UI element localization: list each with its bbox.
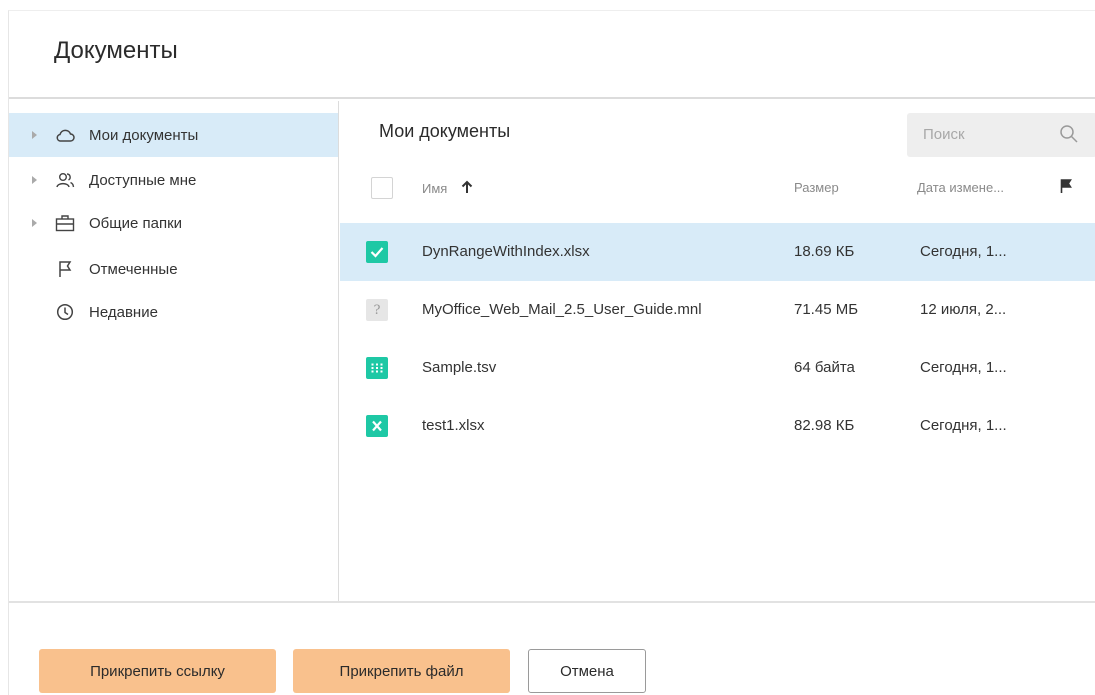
file-list-panel: Мои документы Поиск Имя Размер Дата изме… xyxy=(340,101,1095,601)
attach-file-button[interactable]: Прикрепить файл xyxy=(293,649,510,693)
users-icon xyxy=(54,170,76,190)
table-row[interactable]: ? MyOffice_Web_Mail_2.5_User_Guide.mnl 7… xyxy=(340,281,1095,339)
sidebar: Мои документы Доступные мне Общие папки … xyxy=(9,101,339,601)
dialog-footer: Прикрепить ссылку Прикрепить файл Отмена xyxy=(9,601,1095,695)
column-header-name[interactable]: Имя xyxy=(422,180,473,197)
sidebar-item-shared-with-me[interactable]: Доступные мне xyxy=(9,158,338,202)
checkbox-checked-icon[interactable] xyxy=(366,241,388,263)
table-row[interactable]: DynRangeWithIndex.xlsx 18.69 КБ Сегодня,… xyxy=(340,223,1095,281)
sidebar-item-label: Мои документы xyxy=(89,126,199,144)
search-icon[interactable] xyxy=(1059,124,1079,149)
flag-icon xyxy=(54,259,76,279)
sidebar-item-flagged[interactable]: Отмеченные xyxy=(9,247,338,291)
sidebar-item-label: Отмеченные xyxy=(89,260,178,278)
file-name: Sample.tsv xyxy=(422,359,497,376)
file-size: 71.45 МБ xyxy=(794,301,859,318)
attach-link-button[interactable]: Прикрепить ссылку xyxy=(39,649,276,693)
table-header: Имя Размер Дата измене... xyxy=(340,161,1095,213)
select-all-checkbox[interactable] xyxy=(371,177,393,199)
unknown-file-icon: ? xyxy=(366,299,388,321)
search-input[interactable]: Поиск xyxy=(907,113,1095,157)
table-row[interactable]: Sample.tsv 64 байта Сегодня, 1... xyxy=(340,339,1095,397)
file-date: 12 июля, 2... xyxy=(920,301,1007,318)
cloud-icon xyxy=(54,125,76,145)
clock-icon xyxy=(54,302,76,322)
column-header-name-label: Имя xyxy=(422,181,448,196)
dialog-title: Документы xyxy=(54,37,178,64)
sidebar-item-label: Доступные мне xyxy=(89,171,197,189)
tsv-file-icon xyxy=(366,357,388,379)
folder-title: Мои документы xyxy=(379,121,511,141)
flag-icon[interactable] xyxy=(1059,178,1073,197)
file-name: test1.xlsx xyxy=(422,417,485,434)
briefcase-icon xyxy=(54,213,76,233)
sort-ascending-icon xyxy=(461,180,473,197)
sidebar-item-recent[interactable]: Недавние xyxy=(9,290,338,334)
file-name: MyOffice_Web_Mail_2.5_User_Guide.mnl xyxy=(422,301,702,318)
xlsx-file-icon xyxy=(366,415,388,437)
expand-arrow-icon[interactable] xyxy=(32,176,37,184)
expand-arrow-icon[interactable] xyxy=(32,131,37,139)
sidebar-item-shared-folders[interactable]: Общие папки xyxy=(9,201,338,245)
search-placeholder: Поиск xyxy=(923,126,965,143)
file-size: 82.98 КБ xyxy=(794,417,855,434)
dialog-header: Документы xyxy=(9,11,1095,99)
file-date: Сегодня, 1... xyxy=(920,243,1007,260)
sidebar-item-my-documents[interactable]: Мои документы xyxy=(9,113,338,157)
sidebar-item-label: Общие папки xyxy=(89,214,183,232)
column-header-date[interactable]: Дата измене... xyxy=(917,180,1004,195)
column-header-size[interactable]: Размер xyxy=(794,180,839,195)
sidebar-item-label: Недавние xyxy=(89,303,158,321)
file-size: 64 байта xyxy=(794,359,855,376)
file-size: 18.69 КБ xyxy=(794,243,855,260)
file-date: Сегодня, 1... xyxy=(920,359,1007,376)
file-name: DynRangeWithIndex.xlsx xyxy=(422,243,590,260)
cancel-button[interactable]: Отмена xyxy=(528,649,646,693)
documents-dialog: Документы Мои документы Доступные мне Об… xyxy=(8,10,1095,695)
file-date: Сегодня, 1... xyxy=(920,417,1007,434)
expand-arrow-icon[interactable] xyxy=(32,219,37,227)
table-row[interactable]: test1.xlsx 82.98 КБ Сегодня, 1... xyxy=(340,397,1095,455)
